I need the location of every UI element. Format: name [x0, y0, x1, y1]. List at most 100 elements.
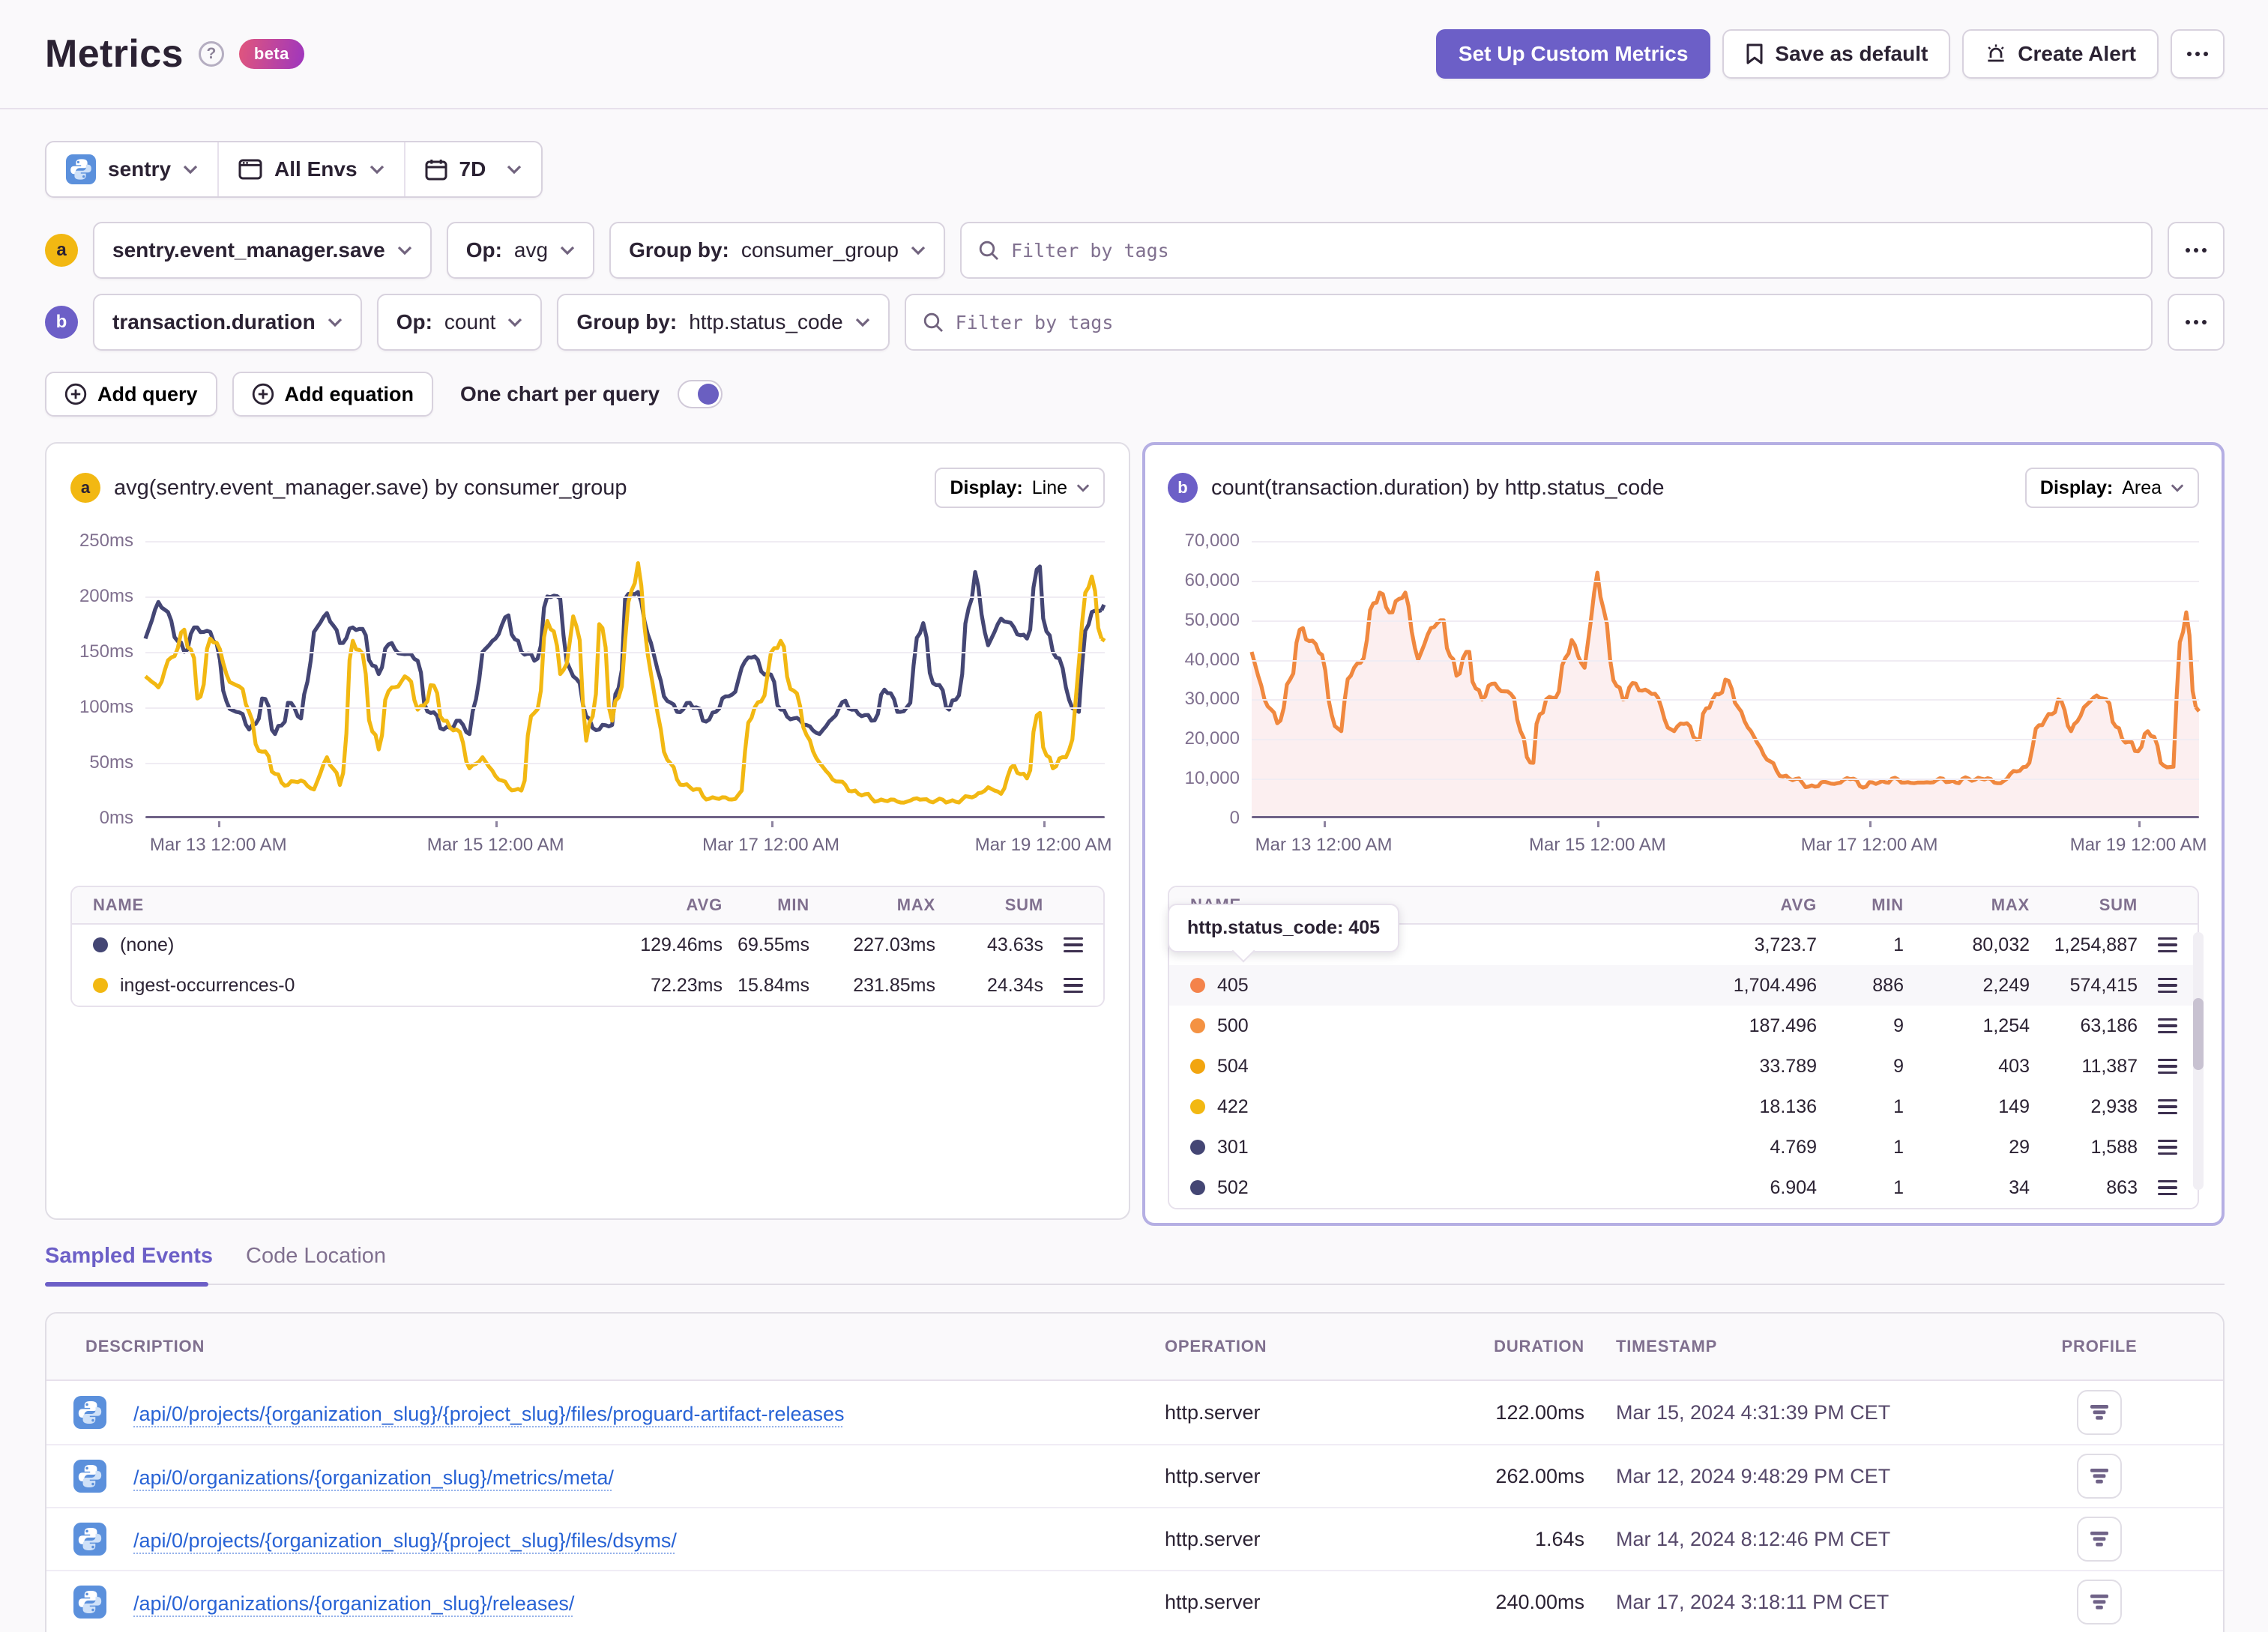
y-tick-label: 50,000 — [1184, 609, 1240, 630]
sampled-events-table: DESCRIPTION OPERATION DURATION TIMESTAMP… — [45, 1312, 2225, 1632]
time-range-value: 7D — [459, 157, 486, 181]
y-tick-label: 70,000 — [1184, 531, 1240, 551]
chevron-down-icon — [855, 318, 869, 327]
environment-selector[interactable]: All Envs — [217, 142, 403, 196]
search-icon — [979, 241, 998, 260]
tab-sampled-events[interactable]: Sampled Events — [45, 1244, 213, 1269]
row-menu-icon[interactable] — [2158, 1098, 2177, 1115]
series-row[interactable]: 500 187.496 9 1,254 63,186 — [1169, 1006, 2198, 1046]
row-menu-icon[interactable] — [2158, 1179, 2177, 1196]
chevron-down-icon — [508, 318, 522, 327]
add-equation-button[interactable]: Add equation — [232, 372, 433, 417]
query-more-b[interactable] — [2168, 294, 2225, 351]
series-table-header-a: NAME AVG MIN MAX SUM — [72, 887, 1103, 925]
row-menu-icon[interactable] — [2158, 1139, 2177, 1155]
groupby-select-a[interactable]: Group by: consumer_group — [609, 222, 945, 279]
project-selector[interactable]: sentry — [46, 142, 217, 196]
setup-custom-metrics-button[interactable]: Set Up Custom Metrics — [1435, 29, 1711, 79]
y-tick-label: 100ms — [79, 697, 133, 717]
query-actions: Add query Add equation One chart per que… — [45, 372, 2225, 417]
create-alert-button[interactable]: Create Alert — [1962, 29, 2159, 79]
chart-badge-b: b — [1168, 473, 1198, 503]
chevron-down-icon — [397, 246, 411, 255]
tag-filter-input-a[interactable] — [1010, 239, 2135, 262]
metric-select-a[interactable]: sentry.event_manager.save — [93, 222, 432, 279]
search-icon — [923, 312, 943, 332]
series-row[interactable]: (none) 129.46ms 69.55ms 227.03ms 43.63s — [72, 925, 1103, 965]
op-select-a[interactable]: Op: avg — [446, 222, 595, 279]
x-tick-label: Mar 15 12:00 AM — [1528, 835, 1666, 855]
event-description-link[interactable]: /api/0/organizations/{organization_slug}… — [133, 1592, 574, 1615]
chart-panel-a[interactable]: a avg(sentry.event_manager.save) by cons… — [45, 442, 1130, 1220]
chart-title-b: count(transaction.duration) by http.stat… — [1211, 475, 1665, 500]
metric-select-b[interactable]: transaction.duration — [93, 294, 362, 351]
row-menu-icon[interactable] — [2158, 1018, 2177, 1034]
chart-panels: a avg(sentry.event_manager.save) by cons… — [45, 442, 2225, 1226]
chevron-down-icon — [370, 165, 384, 174]
active-tab-indicator — [45, 1282, 208, 1287]
display-select-a[interactable]: Display: Line — [935, 468, 1105, 508]
tag-filter-a — [959, 222, 2153, 279]
table-scrollbar-thumb[interactable] — [2193, 998, 2204, 1070]
page-filter-bar: sentry All Envs 7D — [45, 141, 543, 198]
plus-circle-icon — [64, 383, 87, 405]
detail-tabs: Sampled Events Code Location — [45, 1244, 2225, 1287]
chevron-down-icon — [183, 165, 198, 174]
display-select-b[interactable]: Display: Area — [2024, 468, 2199, 508]
y-tick-label: 40,000 — [1184, 649, 1240, 670]
series-row[interactable]: 405 1,704.496 886 2,249 574,415 — [1169, 965, 2198, 1006]
chart-badge-a: a — [70, 473, 100, 503]
event-row: /api/0/projects/{organization_slug}/{pro… — [46, 1381, 2223, 1444]
one-chart-per-query-toggle[interactable] — [678, 380, 723, 408]
plot-b: Mar 13 12:00 AM Mar 15 12:00 AM Mar 17 12:… — [1252, 541, 2207, 855]
tab-underline — [45, 1282, 2225, 1287]
query-more-a[interactable] — [2168, 222, 2225, 279]
profile-button[interactable] — [2077, 1454, 2122, 1499]
row-menu-icon[interactable] — [2158, 937, 2177, 953]
events-table-header: DESCRIPTION OPERATION DURATION TIMESTAMP… — [46, 1314, 2223, 1381]
chevron-down-icon — [560, 246, 575, 255]
tab-code-location[interactable]: Code Location — [246, 1244, 386, 1269]
op-select-b[interactable]: Op: count — [376, 294, 543, 351]
chart-title-row-b: b count(transaction.duration) by http.st… — [1168, 468, 2199, 508]
environment-icon — [238, 159, 262, 180]
y-tick-label: 250ms — [79, 531, 133, 551]
profile-button[interactable] — [2077, 1580, 2122, 1625]
profile-button[interactable] — [2077, 1390, 2122, 1435]
x-tick-label: Mar 13 12:00 AM — [1255, 835, 1393, 855]
help-icon[interactable]: ? — [198, 41, 224, 67]
y-tick-label: 50ms — [89, 752, 133, 773]
y-tick-label: 200ms — [79, 586, 133, 606]
row-menu-icon[interactable] — [2158, 1058, 2177, 1075]
save-as-default-button[interactable]: Save as default — [1722, 29, 1951, 79]
ellipsis-icon — [2187, 52, 2208, 56]
row-menu-icon[interactable] — [2158, 977, 2177, 994]
tag-filter-b — [904, 294, 2153, 351]
chart-panel-b[interactable]: b count(transaction.duration) by http.st… — [1142, 442, 2225, 1226]
series-row[interactable]: 301 4.769 1 29 1,588 — [1169, 1127, 2198, 1167]
series-row[interactable]: 422 18.136 1 149 2,938 — [1169, 1087, 2198, 1127]
series-row[interactable]: 502 6.904 1 34 863 — [1169, 1167, 2198, 1208]
row-menu-icon[interactable] — [1064, 937, 1083, 953]
event-description-link[interactable]: /api/0/projects/{organization_slug}/{pro… — [133, 1529, 677, 1552]
event-description-link[interactable]: /api/0/projects/{organization_slug}/{pro… — [133, 1403, 845, 1425]
event-row: /api/0/organizations/{organization_slug}… — [46, 1570, 2223, 1632]
x-tick-label: Mar 15 12:00 AM — [426, 835, 564, 855]
series-row[interactable]: ingest-occurrences-0 72.23ms 15.84ms 231.85… — [72, 965, 1103, 1006]
header-more-button[interactable] — [2171, 29, 2225, 79]
project-name: sentry — [108, 157, 172, 181]
groupby-select-b[interactable]: Group by: http.status_code — [557, 294, 890, 351]
event-description-link[interactable]: /api/0/organizations/{organization_slug}… — [133, 1466, 614, 1489]
chart-b: 70,000 60,000 50,000 40,000 30,000 20,000 10,0… — [1168, 531, 2207, 855]
add-query-button[interactable]: Add query — [45, 372, 217, 417]
time-range-selector[interactable]: 7D — [403, 142, 542, 196]
chevron-down-icon — [328, 318, 342, 327]
chevron-down-icon — [911, 246, 926, 255]
profile-button[interactable] — [2077, 1517, 2122, 1562]
row-menu-icon[interactable] — [1064, 977, 1083, 994]
tag-filter-input-b[interactable] — [955, 311, 2135, 333]
series-row[interactable]: 504 33.789 9 403 11,387 — [1169, 1046, 2198, 1087]
chart-a: 250ms 200ms 150ms 100ms 50ms 0ms Mar 13 12:00… — [70, 531, 1112, 855]
x-tick-label: Mar 17 12:00 AM — [1800, 835, 1938, 855]
page-header: Metrics ? beta Set Up Custom Metrics Sav… — [0, 0, 2268, 109]
